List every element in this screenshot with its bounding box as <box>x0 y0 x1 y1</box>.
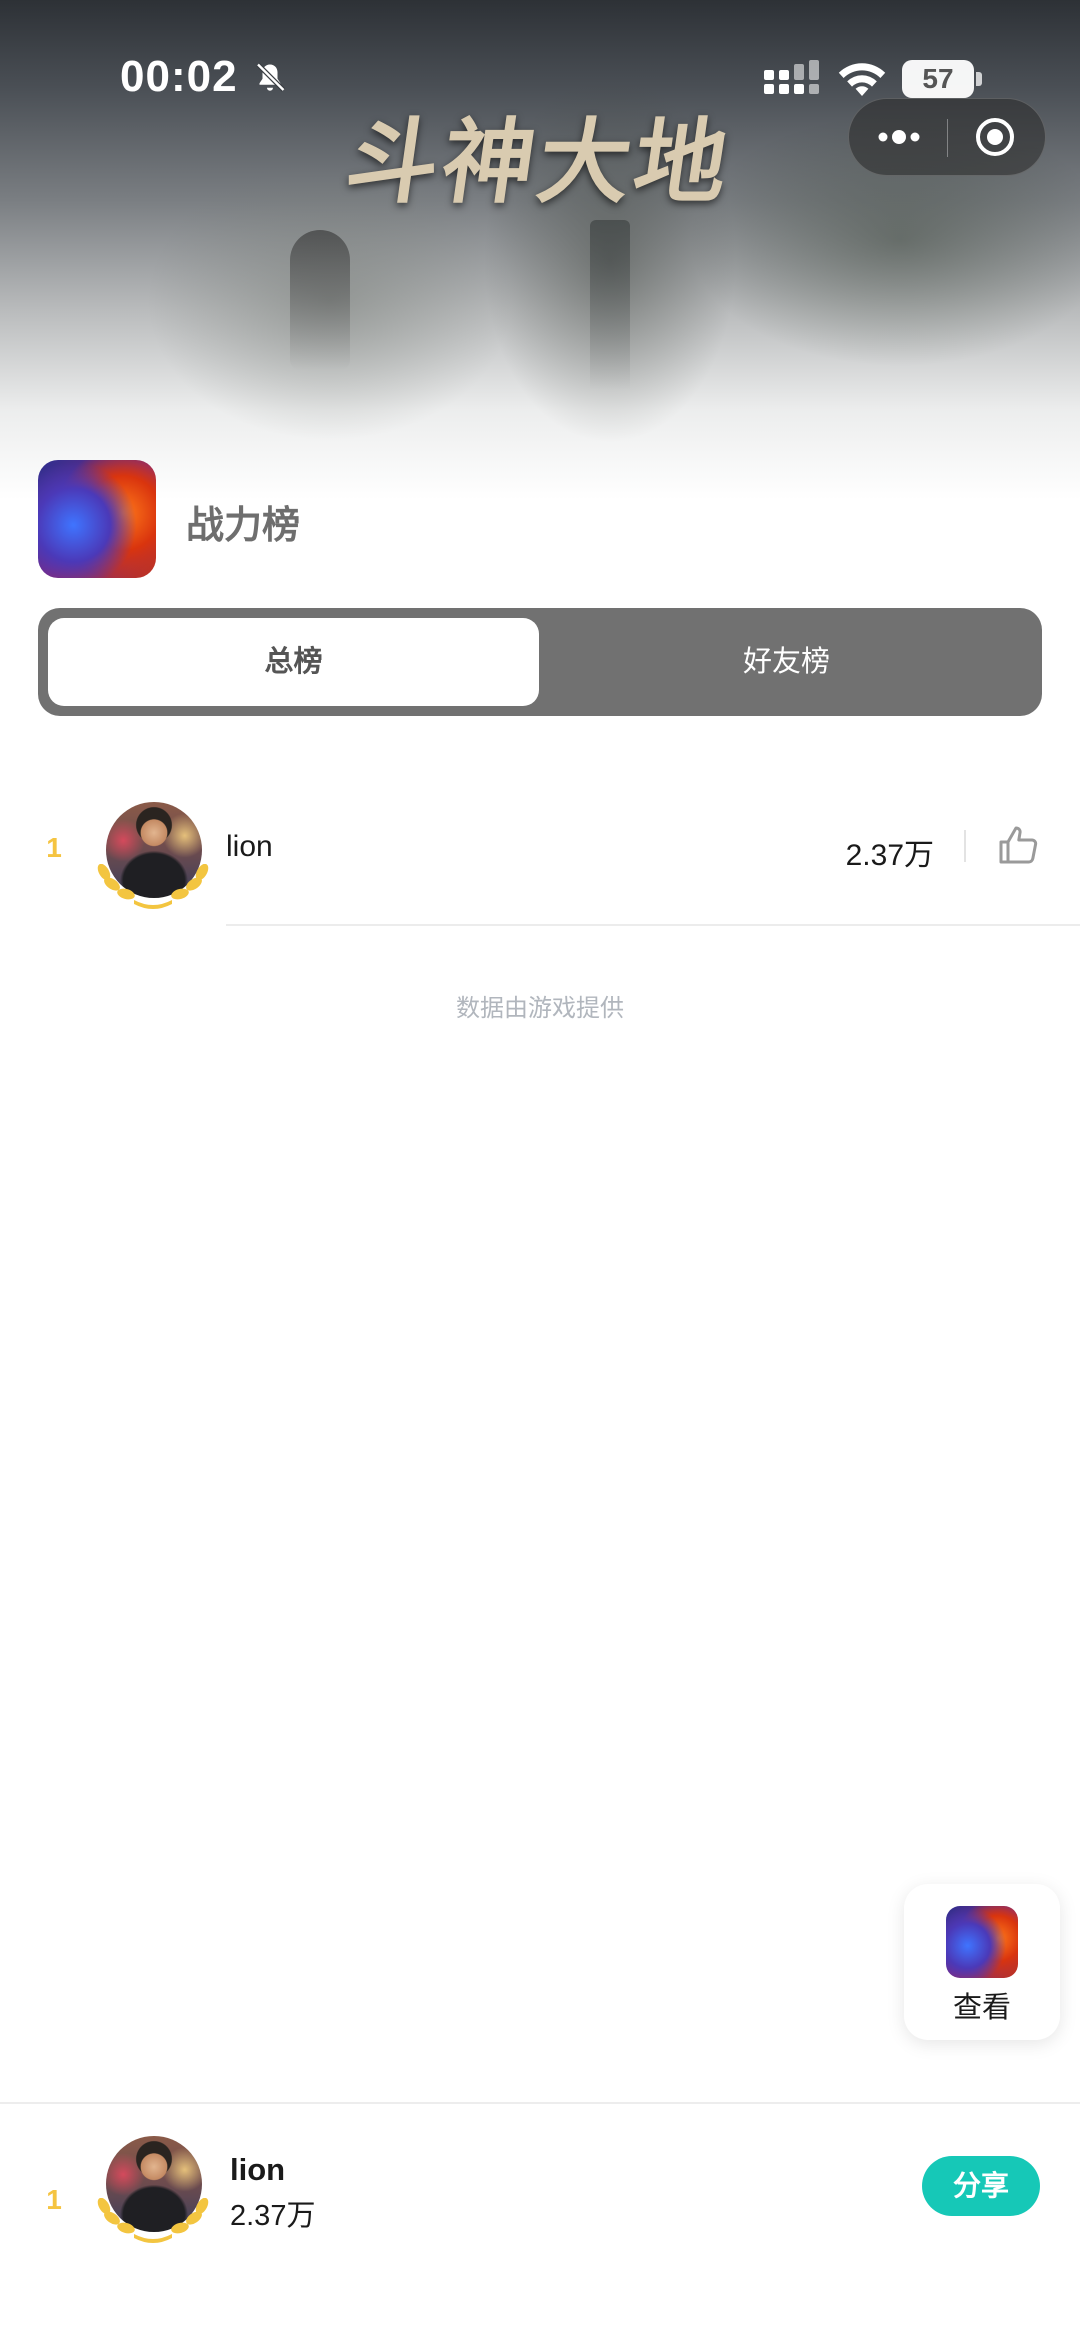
my-rank-bar: 1 lion 2.37万 分享 <box>0 2102 1080 2347</box>
data-provider-note: 数据由游戏提供 <box>456 995 624 1022</box>
miniprogram-capsule <box>848 98 1046 176</box>
battery-level: 57 <box>902 60 974 98</box>
thumbs-up-icon[interactable] <box>994 822 1042 870</box>
my-name: lion <box>230 2152 286 2187</box>
page-title: 战力榜 <box>186 505 301 547</box>
my-rank-number: 1 <box>46 2184 62 2215</box>
score-separator <box>964 830 966 862</box>
my-avatar-with-laurel <box>94 2136 212 2244</box>
battery-nub <box>976 72 982 86</box>
more-dots-icon[interactable] <box>873 113 925 161</box>
player-name: lion <box>226 830 273 863</box>
rank-number: 1 <box>46 832 62 863</box>
banner-figure-art <box>290 230 350 370</box>
close-target-icon[interactable] <box>969 113 1021 161</box>
battery-icon: 57 <box>902 60 984 98</box>
status-time: 00:02 <box>120 52 238 101</box>
tab-friends[interactable]: 好友榜 <box>541 618 1032 706</box>
game-app-icon-small <box>946 1906 1018 1978</box>
capsule-divider <box>947 119 948 157</box>
player-score: 2.37万 <box>845 839 934 872</box>
row-divider <box>226 924 1080 926</box>
game-app-icon <box>38 460 156 578</box>
bell-slash-icon <box>256 62 286 92</box>
wifi-icon <box>838 63 886 96</box>
cellular-signal-icon <box>764 60 819 94</box>
share-button[interactable]: 分享 <box>922 2156 1040 2216</box>
ranking-row[interactable]: 1 lion 2.37万 <box>0 790 1080 926</box>
laurel-wreath-icon <box>97 2198 209 2243</box>
avatar-with-laurel <box>94 802 212 910</box>
view-game-label: 查看 <box>952 1992 1011 2024</box>
view-game-button[interactable]: 查看 <box>904 1884 1060 2040</box>
leaderboard-tabs: 总榜 好友榜 <box>38 608 1042 716</box>
my-score: 2.37万 <box>230 2200 316 2232</box>
tab-overall[interactable]: 总榜 <box>48 618 539 706</box>
banner-tower-art <box>590 220 630 390</box>
laurel-wreath-icon <box>97 864 209 909</box>
